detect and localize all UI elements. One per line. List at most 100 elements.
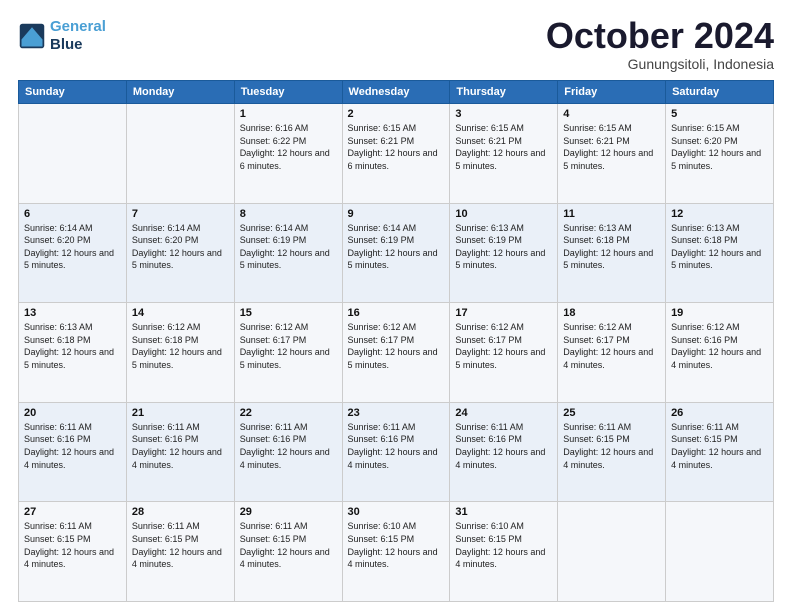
calendar-cell [19, 104, 127, 204]
calendar-cell: 1 Sunrise: 6:16 AMSunset: 6:22 PMDaylight… [234, 104, 342, 204]
day-number: 23 [348, 407, 445, 419]
calendar-cell [666, 502, 774, 602]
day-info: Sunrise: 6:14 AMSunset: 6:20 PMDaylight:… [132, 222, 229, 272]
day-number: 1 [240, 108, 337, 120]
calendar-cell: 2 Sunrise: 6:15 AMSunset: 6:21 PMDaylight… [342, 104, 450, 204]
day-header-tuesday: Tuesday [234, 81, 342, 104]
calendar-cell: 19 Sunrise: 6:12 AMSunset: 6:16 PMDayligh… [666, 303, 774, 403]
day-info: Sunrise: 6:12 AMSunset: 6:17 PMDaylight:… [240, 321, 337, 371]
day-number: 3 [455, 108, 552, 120]
day-info: Sunrise: 6:13 AMSunset: 6:18 PMDaylight:… [563, 222, 660, 272]
day-info: Sunrise: 6:15 AMSunset: 6:21 PMDaylight:… [563, 122, 660, 172]
day-info: Sunrise: 6:15 AMSunset: 6:20 PMDaylight:… [671, 122, 768, 172]
day-number: 10 [455, 208, 552, 220]
day-number: 5 [671, 108, 768, 120]
calendar-cell: 10 Sunrise: 6:13 AMSunset: 6:19 PMDayligh… [450, 203, 558, 303]
day-info: Sunrise: 6:14 AMSunset: 6:19 PMDaylight:… [348, 222, 445, 272]
calendar-cell: 13Sunrise: 6:13 AMSunset: 6:18 PMDayligh… [19, 303, 127, 403]
day-number: 27 [24, 506, 121, 518]
day-number: 2 [348, 108, 445, 120]
calendar-cell: 12Sunrise: 6:13 AMSunset: 6:18 PMDayligh… [666, 203, 774, 303]
day-number: 19 [671, 307, 768, 319]
day-info: Sunrise: 6:11 AMSunset: 6:15 PMDaylight:… [563, 421, 660, 471]
day-header-sunday: Sunday [19, 81, 127, 104]
day-info: Sunrise: 6:16 AMSunset: 6:22 PMDaylight:… [240, 122, 337, 172]
calendar-cell: 9 Sunrise: 6:14 AMSunset: 6:19 PMDaylight… [342, 203, 450, 303]
calendar-cell: 22 Sunrise: 6:11 AMSunset: 6:16 PMDayligh… [234, 402, 342, 502]
calendar-cell: 28Sunrise: 6:11 AMSunset: 6:15 PMDayligh… [126, 502, 234, 602]
day-number: 8 [240, 208, 337, 220]
calendar-cell: 24 Sunrise: 6:11 AMSunset: 6:16 PMDayligh… [450, 402, 558, 502]
day-header-saturday: Saturday [666, 81, 774, 104]
calendar-cell: 3 Sunrise: 6:15 AMSunset: 6:21 PMDaylight… [450, 104, 558, 204]
calendar-header-row: SundayMondayTuesdayWednesdayThursdayFrid… [19, 81, 774, 104]
day-info: Sunrise: 6:12 AMSunset: 6:17 PMDaylight:… [348, 321, 445, 371]
day-header-wednesday: Wednesday [342, 81, 450, 104]
day-number: 24 [455, 407, 552, 419]
calendar-cell: 27 Sunrise: 6:11 AMSunset: 6:15 PMDayligh… [19, 502, 127, 602]
day-number: 30 [348, 506, 445, 518]
day-number: 6 [24, 208, 121, 220]
day-info: Sunrise: 6:11 AMSunset: 6:15 PMDaylight:… [240, 520, 337, 570]
week-row-2: 6 Sunrise: 6:14 AMSunset: 6:20 PMDaylight… [19, 203, 774, 303]
day-info: Sunrise: 6:14 AMSunset: 6:19 PMDaylight:… [240, 222, 337, 272]
day-info: Sunrise: 6:10 AMSunset: 6:15 PMDaylight:… [348, 520, 445, 570]
month-title: October 2024 [546, 18, 774, 54]
day-header-friday: Friday [558, 81, 666, 104]
calendar-cell: 29 Sunrise: 6:11 AMSunset: 6:15 PMDayligh… [234, 502, 342, 602]
day-number: 26 [671, 407, 768, 419]
logo-icon [18, 22, 46, 50]
day-info: Sunrise: 6:11 AMSunset: 6:15 PMDaylight:… [671, 421, 768, 471]
calendar-cell: 8 Sunrise: 6:14 AMSunset: 6:19 PMDaylight… [234, 203, 342, 303]
day-info: Sunrise: 6:15 AMSunset: 6:21 PMDaylight:… [455, 122, 552, 172]
day-number: 29 [240, 506, 337, 518]
calendar-cell: 25Sunrise: 6:11 AMSunset: 6:15 PMDayligh… [558, 402, 666, 502]
calendar-cell: 4 Sunrise: 6:15 AMSunset: 6:21 PMDaylight… [558, 104, 666, 204]
day-number: 13 [24, 307, 121, 319]
calendar-cell: 16 Sunrise: 6:12 AMSunset: 6:17 PMDayligh… [342, 303, 450, 403]
day-info: Sunrise: 6:12 AMSunset: 6:17 PMDaylight:… [455, 321, 552, 371]
week-row-5: 27 Sunrise: 6:11 AMSunset: 6:15 PMDayligh… [19, 502, 774, 602]
title-section: October 2024 Gunungsitoli, Indonesia [546, 18, 774, 72]
day-header-monday: Monday [126, 81, 234, 104]
calendar-cell: 23 Sunrise: 6:11 AMSunset: 6:16 PMDayligh… [342, 402, 450, 502]
day-info: Sunrise: 6:12 AMSunset: 6:16 PMDaylight:… [671, 321, 768, 371]
day-info: Sunrise: 6:11 AMSunset: 6:16 PMDaylight:… [455, 421, 552, 471]
logo: General Blue [18, 18, 106, 54]
calendar-cell: 20Sunrise: 6:11 AMSunset: 6:16 PMDayligh… [19, 402, 127, 502]
day-number: 4 [563, 108, 660, 120]
calendar-cell: 7 Sunrise: 6:14 AMSunset: 6:20 PMDaylight… [126, 203, 234, 303]
day-number: 31 [455, 506, 552, 518]
logo-text: General Blue [50, 18, 106, 54]
day-number: 11 [563, 208, 660, 220]
day-number: 15 [240, 307, 337, 319]
calendar-cell: 5 Sunrise: 6:15 AMSunset: 6:20 PMDaylight… [666, 104, 774, 204]
week-row-4: 20Sunrise: 6:11 AMSunset: 6:16 PMDayligh… [19, 402, 774, 502]
day-number: 22 [240, 407, 337, 419]
calendar-cell: 15 Sunrise: 6:12 AMSunset: 6:17 PMDayligh… [234, 303, 342, 403]
day-number: 7 [132, 208, 229, 220]
calendar-cell: 11 Sunrise: 6:13 AMSunset: 6:18 PMDayligh… [558, 203, 666, 303]
day-info: Sunrise: 6:11 AMSunset: 6:16 PMDaylight:… [348, 421, 445, 471]
calendar-cell: 14Sunrise: 6:12 AMSunset: 6:18 PMDayligh… [126, 303, 234, 403]
day-number: 17 [455, 307, 552, 319]
day-number: 14 [132, 307, 229, 319]
location-subtitle: Gunungsitoli, Indonesia [546, 56, 774, 72]
day-number: 9 [348, 208, 445, 220]
page: General Blue October 2024 Gunungsitoli, … [0, 0, 792, 612]
day-info: Sunrise: 6:10 AMSunset: 6:15 PMDaylight:… [455, 520, 552, 570]
day-number: 28 [132, 506, 229, 518]
day-info: Sunrise: 6:15 AMSunset: 6:21 PMDaylight:… [348, 122, 445, 172]
calendar-cell: 21 Sunrise: 6:11 AMSunset: 6:16 PMDayligh… [126, 402, 234, 502]
day-info: Sunrise: 6:11 AMSunset: 6:15 PMDaylight:… [24, 520, 121, 570]
day-info: Sunrise: 6:13 AMSunset: 6:19 PMDaylight:… [455, 222, 552, 272]
day-info: Sunrise: 6:11 AMSunset: 6:16 PMDaylight:… [132, 421, 229, 471]
calendar-cell [126, 104, 234, 204]
day-number: 21 [132, 407, 229, 419]
calendar-cell [558, 502, 666, 602]
calendar-cell: 6Sunrise: 6:14 AMSunset: 6:20 PMDaylight… [19, 203, 127, 303]
day-info: Sunrise: 6:11 AMSunset: 6:16 PMDaylight:… [240, 421, 337, 471]
calendar-cell: 17 Sunrise: 6:12 AMSunset: 6:17 PMDayligh… [450, 303, 558, 403]
day-number: 16 [348, 307, 445, 319]
day-info: Sunrise: 6:12 AMSunset: 6:17 PMDaylight:… [563, 321, 660, 371]
